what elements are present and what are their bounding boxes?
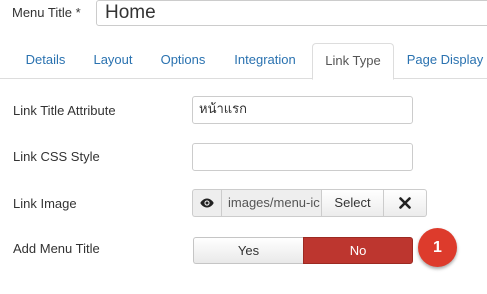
- link-title-attribute-input[interactable]: หน้าแรก: [192, 96, 413, 124]
- image-path-field[interactable]: images/menu-ic: [221, 189, 322, 217]
- image-select-button[interactable]: Select: [322, 189, 384, 217]
- tab-details[interactable]: Details: [12, 43, 79, 79]
- annotation-badge: 1: [418, 228, 457, 267]
- tab-options[interactable]: Options: [150, 43, 216, 79]
- image-clear-button[interactable]: [384, 189, 427, 217]
- link-css-style-input[interactable]: [192, 143, 413, 171]
- tab-page-display[interactable]: Page Display: [403, 43, 487, 79]
- close-icon: [399, 197, 411, 209]
- menu-title-label: Menu Title *: [12, 5, 81, 20]
- add-menu-title-label: Add Menu Title: [13, 241, 100, 256]
- tab-integration[interactable]: Integration: [223, 43, 307, 79]
- no-option-button[interactable]: No: [303, 237, 413, 264]
- add-menu-title-toggle: Yes No: [193, 237, 413, 264]
- link-css-style-label: Link CSS Style: [13, 149, 100, 164]
- menu-item-edit-form: Menu Title * Home Details Layout Options…: [0, 0, 487, 294]
- tab-layout[interactable]: Layout: [83, 43, 143, 79]
- link-image-label: Link Image: [13, 196, 77, 211]
- tab-link-type[interactable]: Link Type: [312, 43, 394, 80]
- eye-icon: [200, 198, 214, 208]
- link-title-attribute-label: Link Title Attribute: [13, 103, 116, 118]
- tab-bar: Details Layout Options Integration Link …: [0, 43, 487, 80]
- link-image-picker: images/menu-ic Select: [192, 189, 427, 217]
- menu-title-input[interactable]: Home: [96, 0, 487, 26]
- yes-option-button[interactable]: Yes: [193, 237, 303, 264]
- image-preview-button[interactable]: [192, 189, 221, 217]
